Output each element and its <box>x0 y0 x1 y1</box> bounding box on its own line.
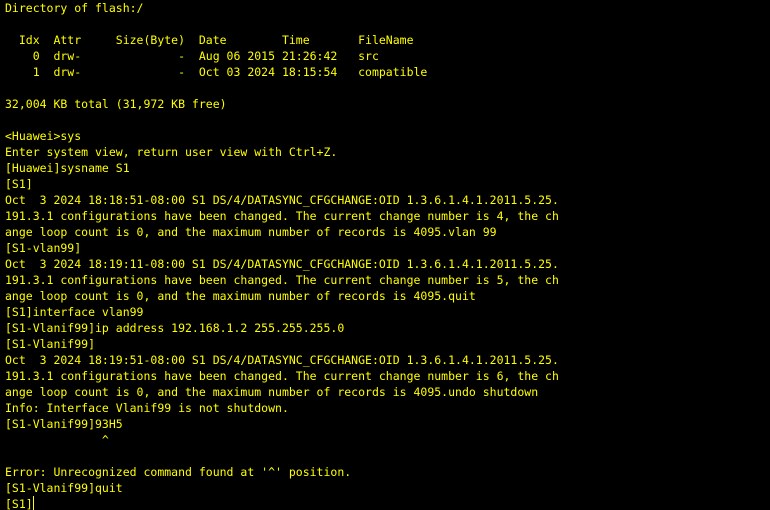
console-line: Info: Interface Vlanif99 is not shutdown… <box>5 401 289 415</box>
console-line: [S1-Vlanif99]93H5 <box>5 417 123 431</box>
console-line: Enter system view, return user view with… <box>5 145 338 159</box>
console-line: 191.3.1 configurations have been changed… <box>5 209 559 223</box>
console-line: ange loop count is 0, and the maximum nu… <box>5 225 497 239</box>
terminal-window[interactable]: Directory of flash:/ Idx Attr Size(Byte)… <box>0 0 770 510</box>
console-line: <Huawei>sys <box>5 129 82 143</box>
console-line: ange loop count is 0, and the maximum nu… <box>5 385 539 399</box>
console-line: 191.3.1 configurations have been changed… <box>5 273 559 287</box>
prompt-text: [S1] <box>5 497 33 510</box>
console-line: ^ <box>5 433 109 447</box>
console-line: 191.3.1 configurations have been changed… <box>5 369 559 383</box>
console-line: Oct 3 2024 18:18:51-08:00 S1 DS/4/DATASY… <box>5 193 559 207</box>
console-output: <Huawei>sys Enter system view, return us… <box>5 128 770 496</box>
table-row: 1 drw- - Oct 03 2024 18:15:54 compatible <box>5 65 428 79</box>
console-line: [S1-vlan99] <box>5 241 82 255</box>
storage-total: 32,004 KB total (31,972 KB free) <box>5 97 227 111</box>
table-header: Idx Attr Size(Byte) Date Time FileName <box>5 33 414 47</box>
console-line: [S1-Vlanif99]quit <box>5 481 123 495</box>
console-line: [S1-Vlanif99]ip address 192.168.1.2 255.… <box>5 321 345 335</box>
directory-header: Directory of flash:/ <box>5 1 144 15</box>
console-line: ange loop count is 0, and the maximum nu… <box>5 289 476 303</box>
command-prompt-line[interactable]: [S1] <box>5 496 770 510</box>
table-row: 0 drw- - Aug 06 2015 21:26:42 src <box>5 49 379 63</box>
console-line: [Huawei]sysname S1 <box>5 161 130 175</box>
console-line: [S1-Vlanif99] <box>5 337 96 351</box>
console-line: Error: Unrecognized command found at '^'… <box>5 465 352 479</box>
console-line: Oct 3 2024 18:19:11-08:00 S1 DS/4/DATASY… <box>5 257 559 271</box>
console-line: [S1]interface vlan99 <box>5 305 144 319</box>
console-line: Oct 3 2024 18:19:51-08:00 S1 DS/4/DATASY… <box>5 353 559 367</box>
console-line: [S1] <box>5 177 33 191</box>
text-cursor <box>32 496 34 510</box>
